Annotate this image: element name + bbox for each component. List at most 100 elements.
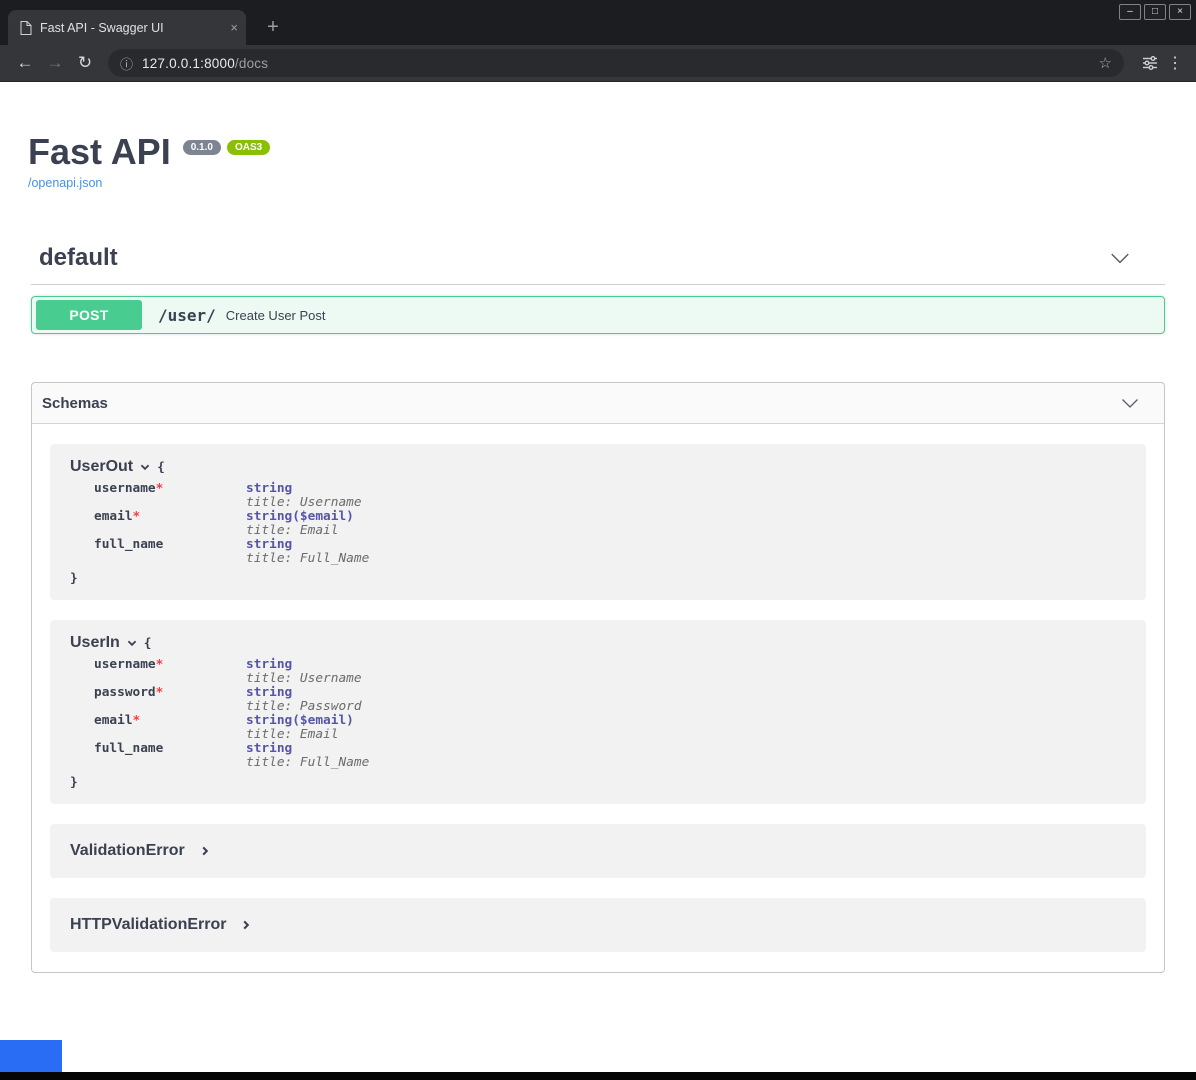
property-title-annotation: title: Email [246, 524, 369, 538]
schema-model-httpvalidationerror[interactable]: HTTPValidationError [50, 898, 1146, 952]
browser-toolbar: ← → ↻ ⓘ 127.0.0.1:8000/docs ☆ ⋮ [0, 45, 1196, 82]
required-star: * [133, 509, 141, 524]
chevron-down-icon[interactable] [1109, 247, 1131, 269]
property-name: email* [94, 510, 246, 538]
property-title-annotation: title: Full_Name [246, 756, 369, 770]
property-title-annotation: title: Password [246, 700, 369, 714]
property-row: email* string($email) title: Email [94, 510, 369, 538]
url-text: 127.0.0.1:8000/docs [142, 56, 268, 71]
schema-model-userin: UserIn { username* string title: Usernam… [50, 620, 1146, 804]
endpoint-summary: Create User Post [226, 308, 326, 323]
property-row: full_name string title: Full_Name [94, 742, 369, 770]
property-type: string [246, 538, 369, 552]
property-name: email* [94, 714, 246, 742]
property-title-annotation: title: Email [246, 728, 369, 742]
new-tab-button[interactable]: + [260, 14, 286, 40]
property-title-annotation: title: Full_Name [246, 552, 369, 566]
chevron-down-icon[interactable] [1120, 393, 1140, 413]
property-type: string($email) [246, 510, 369, 524]
property-name: full_name [94, 742, 246, 770]
schemas-title: Schemas [42, 395, 1120, 412]
tag-header-default[interactable]: default [31, 238, 1165, 285]
schema-model-validationerror[interactable]: ValidationError [50, 824, 1146, 878]
property-name: password* [94, 686, 246, 714]
chevron-down-icon[interactable] [139, 461, 151, 473]
model-name: UserIn [70, 634, 120, 652]
model-name: ValidationError [70, 842, 185, 860]
property-name: username* [94, 658, 246, 686]
close-icon: × [1177, 6, 1183, 17]
model-toggle-userout[interactable]: UserOut { [70, 458, 1126, 476]
http-method-badge: POST [36, 300, 142, 330]
close-brace: } [70, 775, 1126, 790]
bottom-black-bar [0, 1072, 1196, 1080]
required-star: * [156, 685, 164, 700]
property-type: string [246, 686, 369, 700]
property-row: username* string title: Username [94, 658, 369, 686]
url-path: /docs [235, 56, 268, 71]
browser-menu-icon[interactable]: ⋮ [1164, 53, 1186, 73]
window-maximize-button[interactable]: □ [1144, 4, 1166, 20]
property-row: full_name string title: Full_Name [94, 538, 369, 566]
property-type: string [246, 482, 369, 496]
schema-model-userout: UserOut { username* string title: Userna… [50, 444, 1146, 600]
model-properties: username* string title: Username passwor… [94, 658, 369, 770]
back-icon[interactable]: ← [10, 53, 40, 73]
browser-tabstrip: – □ × Fast API - Swagger UI × + [0, 0, 1196, 45]
tab-close-icon[interactable]: × [230, 20, 238, 35]
property-type: string [246, 742, 369, 756]
version-badge: 0.1.0 [183, 140, 221, 155]
property-type: string($email) [246, 714, 369, 728]
property-row: username* string title: Username [94, 482, 369, 510]
maximize-icon: □ [1152, 6, 1158, 17]
required-star: * [133, 713, 141, 728]
model-name: UserOut [70, 458, 133, 476]
property-row: password* string title: Password [94, 686, 369, 714]
model-properties: username* string title: Username email* … [94, 482, 369, 566]
required-star: * [156, 481, 164, 496]
model-toggle-userin[interactable]: UserIn { [70, 634, 1126, 652]
tag-section-default: default POST /user/ Create User Post [31, 238, 1165, 334]
address-bar[interactable]: ⓘ 127.0.0.1:8000/docs ☆ [108, 49, 1124, 77]
open-brace: { [157, 460, 165, 475]
reload-icon[interactable]: ↻ [70, 53, 100, 73]
model-name: HTTPValidationError [70, 916, 226, 934]
close-brace: } [70, 571, 1126, 586]
page-favicon-icon [20, 21, 32, 35]
chevron-right-icon[interactable] [199, 845, 211, 857]
property-type: string [246, 658, 369, 672]
property-name: username* [94, 482, 246, 510]
api-info: Fast API 0.1.0 OAS3 /openapi.json [28, 82, 1165, 192]
tune-icon[interactable] [1142, 56, 1158, 70]
endpoint-post-user[interactable]: POST /user/ Create User Post [31, 296, 1165, 334]
property-row: email* string($email) title: Email [94, 714, 369, 742]
tab-title: Fast API - Swagger UI [40, 21, 222, 35]
window-close-button[interactable]: × [1169, 4, 1191, 20]
required-star: * [156, 657, 164, 672]
window-minimize-button[interactable]: – [1119, 4, 1141, 20]
chevron-down-icon[interactable] [126, 637, 138, 649]
schemas-body: UserOut { username* string title: Userna… [32, 424, 1164, 972]
window-controls: – □ × [1119, 4, 1191, 20]
chevron-right-icon[interactable] [240, 919, 252, 931]
endpoint-path: /user/ [158, 306, 216, 325]
bookmark-star-icon[interactable]: ☆ [1099, 54, 1112, 72]
openapi-spec-link[interactable]: /openapi.json [28, 176, 102, 190]
schemas-section: Schemas UserOut { [31, 382, 1165, 973]
api-badges: 0.1.0 OAS3 [183, 140, 270, 155]
minimize-icon: – [1127, 6, 1133, 17]
forward-icon[interactable]: → [40, 53, 70, 73]
oas3-badge: OAS3 [227, 140, 270, 155]
site-info-icon[interactable]: ⓘ [120, 54, 133, 73]
bottom-left-blue-artifact [0, 1040, 62, 1072]
api-title: Fast API [28, 132, 171, 172]
schemas-header[interactable]: Schemas [32, 383, 1164, 424]
tag-title: default [39, 244, 1109, 272]
swagger-page: Fast API 0.1.0 OAS3 /openapi.json defaul… [0, 82, 1196, 1072]
property-title-annotation: title: Username [246, 496, 369, 510]
browser-tab[interactable]: Fast API - Swagger UI × [8, 10, 246, 45]
property-name: full_name [94, 538, 246, 566]
url-host: 127.0.0.1:8000 [142, 56, 235, 71]
open-brace: { [144, 636, 152, 651]
property-title-annotation: title: Username [246, 672, 369, 686]
